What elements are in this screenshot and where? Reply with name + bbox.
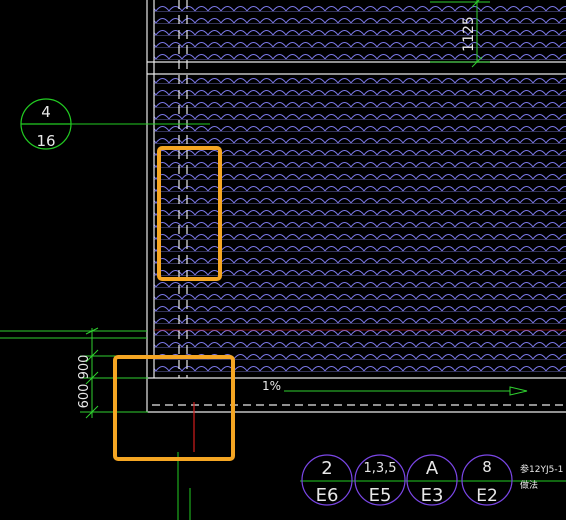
legend-bubble-4-bottom: E2 xyxy=(476,486,498,506)
callout-top-text: 4 xyxy=(41,103,51,121)
slope-arrow xyxy=(284,386,528,396)
slope-label: 1% xyxy=(262,379,281,393)
left-dimension-lines xyxy=(0,327,148,419)
callout-bottom-text: 16 xyxy=(36,132,55,150)
roof-tile-area-upper xyxy=(154,0,566,62)
dimension-900: 900 xyxy=(77,355,92,380)
legend-bubble-3-bottom: E3 xyxy=(421,485,444,506)
legend-note-line2: 做法 xyxy=(520,479,538,491)
legend-bubble-3-top: A xyxy=(426,458,439,479)
cad-drawing-canvas[interactable]: 1125 900 600 1% 4 16 2 E6 1,3,5 E5 A E3 … xyxy=(0,0,566,520)
dimension-600: 600 xyxy=(77,384,92,409)
roof-tile-area-main xyxy=(154,74,566,376)
legend-note-line1: 参12YJ5-1 xyxy=(520,463,563,475)
legend-bubble-2-top: 1,3,5 xyxy=(363,461,396,476)
legend-bubble-1-bottom: E6 xyxy=(316,485,339,506)
legend-bubble-4-top: 8 xyxy=(482,458,492,476)
legend-bubble-1-top: 2 xyxy=(321,458,332,479)
legend-bubble-2-bottom: E5 xyxy=(369,485,392,506)
dimension-1125: 1125 xyxy=(461,16,477,52)
